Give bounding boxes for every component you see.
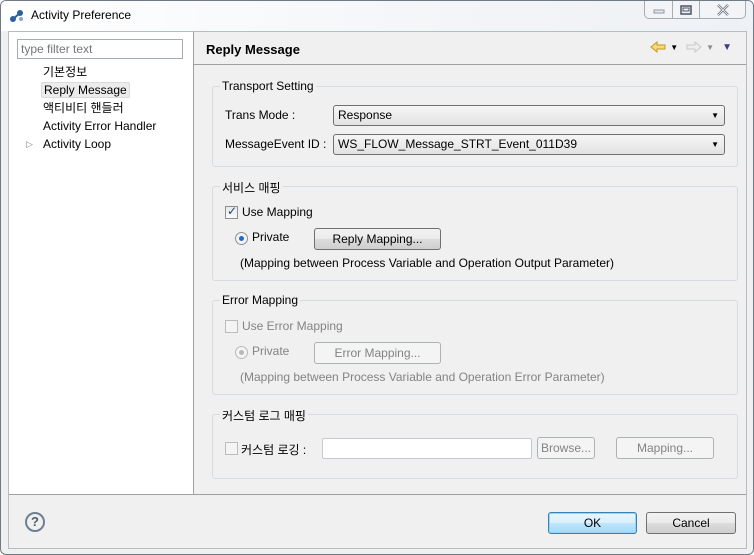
activity-preference-dialog: Activity Preference 기본정보 Reply Message	[0, 0, 754, 555]
tree-item-activity-loop[interactable]: ▷ Activity Loop	[9, 135, 193, 153]
tree-item-label: 액티비티 핸들러	[43, 101, 124, 115]
error-private-radio[interactable]	[235, 346, 248, 359]
group-label: Error Mapping	[220, 293, 301, 307]
group-label: Transport Setting	[220, 79, 316, 93]
tree-item-label: Reply Message	[41, 82, 130, 98]
tree-item-reply-message[interactable]: Reply Message	[9, 81, 193, 99]
help-icon[interactable]: ?	[25, 512, 45, 532]
window-title: Activity Preference	[31, 8, 132, 22]
message-event-id-value: WS_FLOW_Message_STRT_Event_011D39	[338, 137, 577, 151]
custom-logging-path-input[interactable]	[322, 438, 532, 459]
dialog-client-area: 기본정보 Reply Message 액티비티 핸들러 Activity Err…	[8, 31, 747, 549]
use-mapping-checkbox[interactable]	[225, 204, 238, 219]
tree-item-label: Activity Error Handler	[43, 119, 157, 133]
error-private-label: Private	[252, 344, 290, 358]
use-error-mapping-label: Use Error Mapping	[242, 319, 343, 333]
title-bar: Activity Preference	[1, 1, 753, 31]
close-button[interactable]	[699, 1, 745, 18]
custom-logging-checkbox[interactable]	[225, 442, 238, 455]
transport-setting-group: Transport Setting Trans Mode : Response …	[212, 79, 738, 167]
service-mapping-group: 서비스 매핑 Use Mapping Private Reply Mapping…	[212, 179, 738, 281]
ok-button[interactable]: OK	[548, 512, 637, 534]
preference-tree: 기본정보 Reply Message 액티비티 핸들러 Activity Err…	[9, 63, 193, 153]
group-label: 커스텀 로그 매핑	[220, 407, 308, 424]
tree-item-basic-info[interactable]: 기본정보	[9, 63, 193, 81]
chevron-down-icon: ▼	[711, 140, 719, 149]
maximize-icon	[680, 5, 692, 15]
maximize-button[interactable]	[672, 1, 699, 18]
forward-history-dropdown-icon[interactable]: ▼	[706, 43, 714, 52]
tree-item-activity-error-handler[interactable]: Activity Error Handler	[9, 117, 193, 135]
window-controls	[644, 1, 746, 19]
private-label: Private	[252, 230, 290, 244]
tree-item-activity-handler[interactable]: 액티비티 핸들러	[9, 99, 193, 117]
cancel-button[interactable]: Cancel	[646, 512, 736, 534]
reply-mapping-button[interactable]: Reply Mapping...	[314, 228, 441, 250]
error-mapping-note: (Mapping between Process Variable and Op…	[240, 370, 605, 384]
minimize-icon	[653, 9, 664, 14]
custom-log-mapping-group: 커스텀 로그 매핑 커스텀 로깅 : Browse... Mapping...	[212, 407, 738, 479]
app-icon	[10, 10, 23, 22]
group-label: 서비스 매핑	[220, 179, 283, 196]
message-event-id-select[interactable]: WS_FLOW_Message_STRT_Event_011D39 ▼	[333, 134, 725, 155]
view-menu-icon[interactable]: ▼	[722, 42, 732, 53]
trans-mode-value: Response	[338, 108, 393, 122]
expand-triangle-icon[interactable]: ▷	[26, 135, 33, 153]
error-mapping-group: Error Mapping Use Error Mapping Private …	[212, 293, 738, 395]
minimize-button[interactable]	[645, 1, 672, 18]
close-icon	[716, 4, 729, 16]
back-arrow-icon[interactable]	[650, 41, 666, 53]
back-history-dropdown-icon[interactable]: ▼	[670, 43, 678, 52]
page-navigation: ▼ ▼ ▼	[650, 41, 736, 53]
message-event-id-label: MessageEvent ID :	[225, 137, 327, 151]
trans-mode-select[interactable]: Response ▼	[333, 105, 725, 126]
use-error-mapping-checkbox[interactable]	[225, 320, 238, 333]
page-header: Reply Message ▼ ▼ ▼	[194, 32, 746, 65]
preference-tree-panel: 기본정보 Reply Message 액티비티 핸들러 Activity Err…	[9, 32, 194, 495]
preference-page: Reply Message ▼ ▼ ▼ Transport Setting Tr…	[194, 32, 746, 495]
tree-item-label: Activity Loop	[43, 137, 112, 151]
browse-button[interactable]: Browse...	[537, 437, 595, 459]
error-mapping-button[interactable]: Error Mapping...	[314, 342, 441, 364]
chevron-down-icon: ▼	[711, 111, 719, 120]
service-mapping-note: (Mapping between Process Variable and Op…	[240, 256, 614, 270]
use-mapping-label: Use Mapping	[242, 205, 313, 219]
filter-input[interactable]	[17, 39, 183, 59]
custom-logging-label: 커스텀 로깅 :	[241, 443, 307, 457]
private-radio[interactable]	[235, 232, 248, 245]
tree-item-label: 기본정보	[43, 65, 88, 79]
dialog-footer: ? OK Cancel	[9, 495, 746, 550]
page-title: Reply Message	[206, 42, 300, 57]
forward-arrow-icon[interactable]	[686, 41, 702, 53]
trans-mode-label: Trans Mode :	[225, 108, 296, 122]
custom-log-mapping-button[interactable]: Mapping...	[616, 437, 714, 459]
